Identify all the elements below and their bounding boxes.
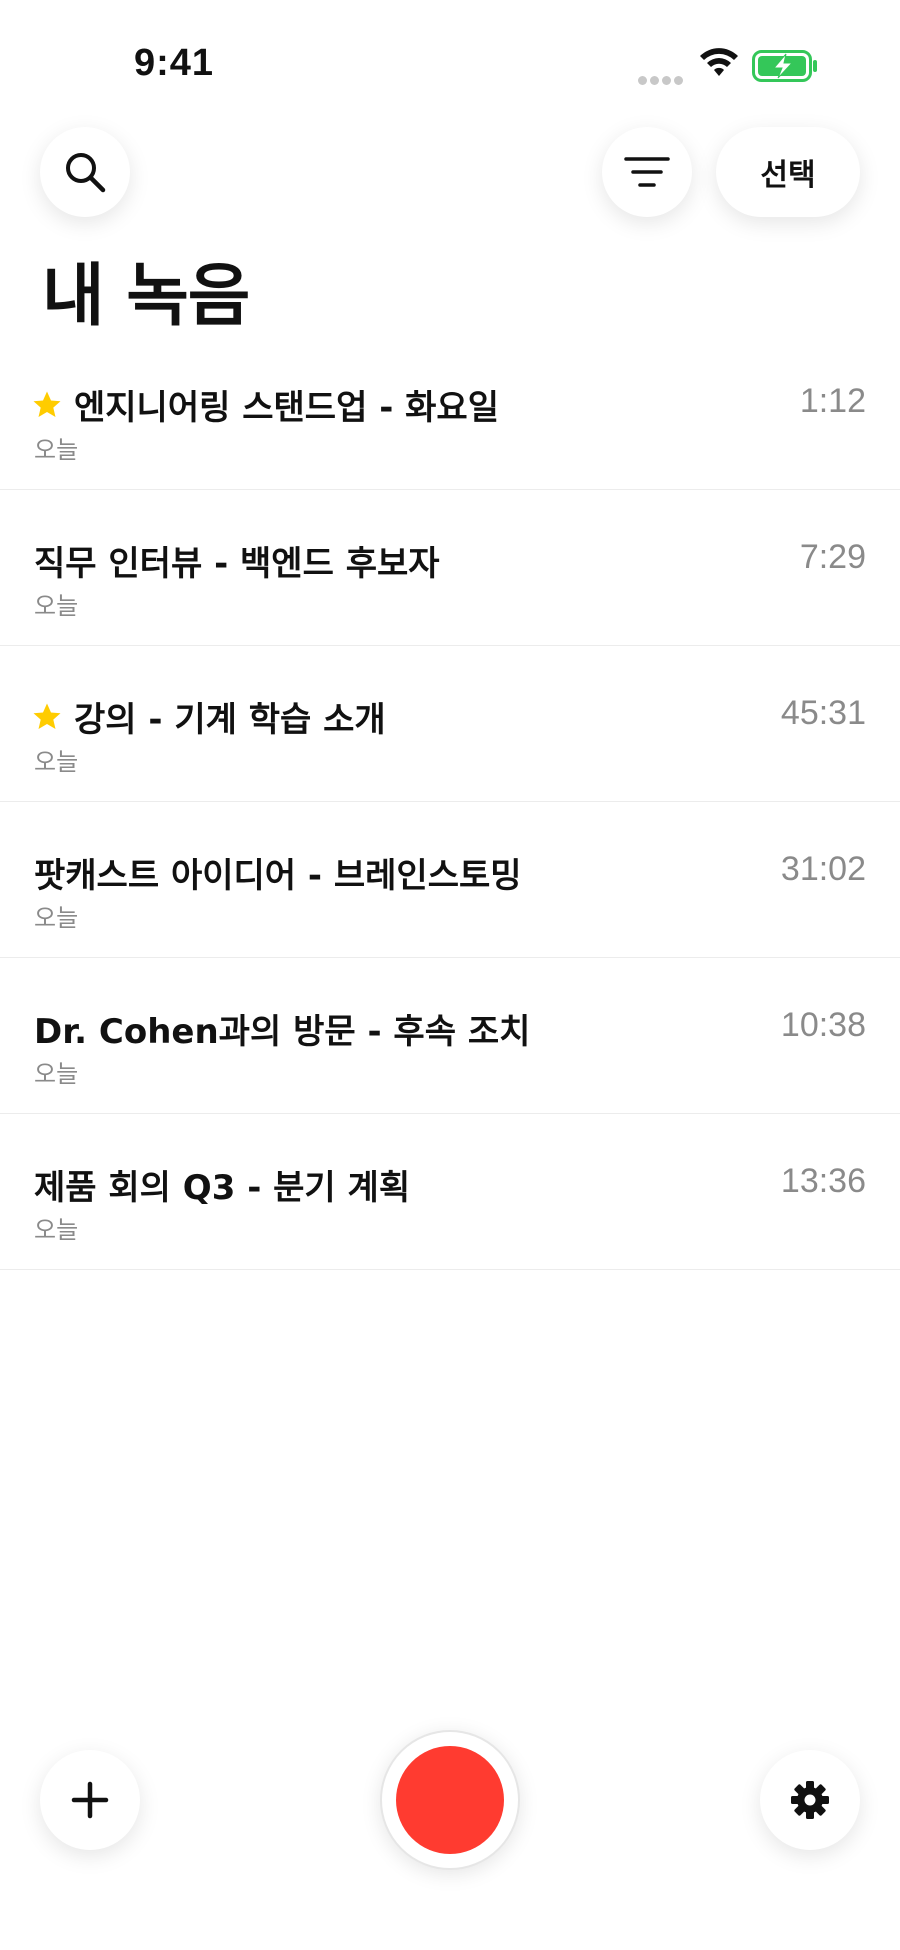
recording-duration: 10:38 (780, 1006, 866, 1044)
record-icon (396, 1746, 504, 1854)
recording-row[interactable]: 직무 인터뷰 - 백엔드 후보자 오늘 7:29 (0, 490, 900, 646)
select-button[interactable]: 선택 (716, 127, 860, 217)
recording-date: 오늘 (34, 748, 79, 776)
recording-date: 오늘 (34, 436, 79, 464)
filter-lines-icon (624, 157, 670, 187)
recording-title: 팟캐스트 아이디어 - 브레인스토밍 (34, 856, 522, 896)
search-button[interactable] (40, 127, 130, 217)
recording-duration: 13:36 (780, 1162, 866, 1200)
recording-duration: 1:12 (799, 382, 866, 420)
gear-icon (791, 1781, 829, 1819)
status-bar: 9:41 (0, 0, 900, 120)
status-time: 9:41 (134, 42, 215, 84)
recording-date: 오늘 (34, 592, 79, 620)
add-button[interactable] (40, 1750, 140, 1850)
plus-icon (71, 1781, 109, 1819)
star-icon (33, 391, 61, 417)
signal-dots-icon (638, 70, 686, 85)
wifi-icon (700, 48, 738, 76)
voice-memos-screen: 9:41 선택 내 녹음 엔지니어링 스탠드업 - 화요일 오늘 1:12 직무… (0, 0, 900, 1950)
recording-title: Dr. Cohen과의 방문 - 후속 조치 (34, 1012, 531, 1052)
record-button[interactable] (380, 1730, 520, 1870)
recording-row[interactable]: Dr. Cohen과의 방문 - 후속 조치 오늘 10:38 (0, 958, 900, 1114)
settings-button[interactable] (760, 1750, 860, 1850)
recording-date: 오늘 (34, 1216, 79, 1244)
recording-row[interactable]: 팟캐스트 아이디어 - 브레인스토밍 오늘 31:02 (0, 802, 900, 958)
recording-title: 엔지니어링 스탠드업 - 화요일 (74, 388, 499, 428)
page-title: 내 녹음 (42, 257, 250, 336)
recording-title: 강의 - 기계 학습 소개 (74, 700, 386, 740)
search-icon (66, 153, 106, 193)
recordings-list: 엔지니어링 스탠드업 - 화요일 오늘 1:12 직무 인터뷰 - 백엔드 후보… (0, 334, 900, 1270)
recording-title: 직무 인터뷰 - 백엔드 후보자 (34, 544, 440, 584)
star-icon (33, 703, 61, 729)
recording-duration: 45:31 (780, 694, 866, 732)
recording-row[interactable]: 강의 - 기계 학습 소개 오늘 45:31 (0, 646, 900, 802)
recording-date: 오늘 (34, 904, 79, 932)
recording-title: 제품 회의 Q3 - 분기 계획 (34, 1168, 411, 1208)
recording-row[interactable]: 엔지니어링 스탠드업 - 화요일 오늘 1:12 (0, 334, 900, 490)
battery-charging-icon (752, 50, 817, 82)
recording-duration: 7:29 (799, 538, 866, 576)
recording-date: 오늘 (34, 1060, 79, 1088)
filter-button[interactable] (602, 127, 692, 217)
recording-duration: 31:02 (780, 850, 866, 888)
recording-row[interactable]: 제품 회의 Q3 - 분기 계획 오늘 13:36 (0, 1114, 900, 1270)
